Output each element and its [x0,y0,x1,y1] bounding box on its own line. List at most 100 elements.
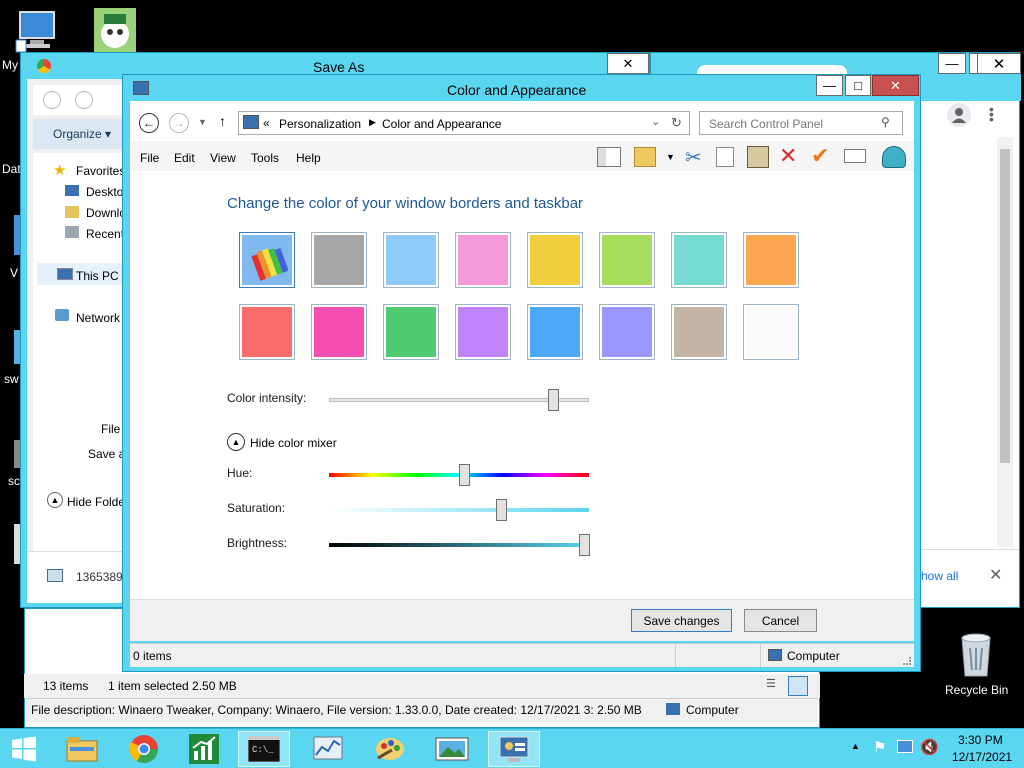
network-icon [55,309,69,321]
resize-grip-icon[interactable] [903,657,911,665]
menu-view[interactable]: View [210,151,236,165]
minimize-button[interactable]: — [938,53,966,74]
color-swatch[interactable] [671,232,727,288]
hide-color-mixer-link[interactable]: Hide color mixer [250,436,337,450]
close-button[interactable]: ✕ [977,53,1021,74]
cancel-button[interactable]: Cancel [744,609,817,632]
taskbar-cmd[interactable]: C:\_ [238,731,290,767]
details-view-icon[interactable]: ☰ [766,677,782,693]
taskbar-perfmon[interactable] [302,731,354,767]
back-icon[interactable]: ← [139,113,159,133]
breadcrumb-separator-icon: ▶ [369,117,376,127]
chrome-menu-icon[interactable]: • • • [989,102,995,126]
color-swatch[interactable] [599,304,655,360]
nav-item-network[interactable]: Network [76,311,120,325]
color-swatch[interactable] [743,232,799,288]
folder-options-icon[interactable] [634,147,656,167]
color-swatch-automatic[interactable] [239,232,295,288]
saturation-track[interactable] [329,508,589,512]
color-intensity-slider[interactable] [547,389,559,411]
copy-icon[interactable] [716,147,734,167]
saturation-slider[interactable] [495,499,507,521]
hue-slider[interactable] [459,464,471,486]
minimize-button[interactable]: — [816,75,843,96]
start-button[interactable] [0,731,48,767]
options-dropdown-icon[interactable]: ▼ [666,152,675,162]
close-download-bar-icon[interactable]: ✕ [989,565,1002,585]
nav-item-recent[interactable]: Recent [86,227,124,241]
nav-item-desktop[interactable]: Deskto [86,185,123,199]
properties-check-icon[interactable]: ✔ [811,143,829,169]
maximize-button[interactable]: □ [845,75,871,96]
refresh-icon[interactable]: ↻ [671,115,682,131]
taskbar-photos[interactable] [426,731,478,767]
color-swatch[interactable] [671,304,727,360]
menu-help[interactable]: Help [296,151,321,165]
color-swatch[interactable] [239,304,295,360]
color-swatch[interactable] [311,232,367,288]
menu-edit[interactable]: Edit [174,151,195,165]
taskbar-chart-app[interactable] [178,731,230,767]
breadcrumb-overflow[interactable]: « [263,116,270,130]
rename-icon[interactable] [844,149,866,163]
clock-time[interactable]: 3:30 PM [958,733,1003,747]
recycle-bin-icon[interactable] [956,632,996,680]
clock-date[interactable]: 12/17/2021 [952,750,1012,764]
forward-icon[interactable] [75,91,93,109]
brightness-slider[interactable] [578,534,590,556]
volume-muted-icon[interactable]: 🔇 [920,738,939,756]
color-swatch[interactable] [527,232,583,288]
nav-item-downloads[interactable]: Downlo [86,206,126,220]
delete-icon[interactable]: ✕ [779,143,797,169]
color-swatch[interactable] [527,304,583,360]
color-swatch[interactable] [455,232,511,288]
address-dropdown-icon[interactable]: ⌄ [651,115,660,128]
color-swatch[interactable] [311,304,367,360]
profile-icon[interactable] [947,103,971,127]
search-icon[interactable]: ⚲ [881,115,890,129]
brightness-track[interactable] [329,543,589,547]
breadcrumb-personalization[interactable]: Personalization [279,117,361,131]
taskbar-file-explorer[interactable] [56,731,108,767]
show-all-link[interactable]: how all [921,569,958,583]
cut-icon[interactable]: ✂ [685,145,702,170]
this-pc-desktop-icon[interactable] [14,10,60,54]
recent-pages-icon[interactable]: ▼ [198,117,207,127]
up-icon[interactable]: ↑ [219,113,226,129]
taskbar-paint[interactable] [364,731,416,767]
large-icons-view-icon[interactable] [788,676,808,696]
hide-folders-button[interactable]: Hide Folde [67,495,125,509]
nav-item-favorites[interactable]: Favorites [76,164,125,178]
download-file-name[interactable]: 1365389 [76,570,123,584]
action-center-flag-icon[interactable]: ⚑ [873,738,886,756]
color-swatch[interactable] [383,232,439,288]
chevron-up-icon[interactable]: ▲ [47,492,63,508]
scrollbar[interactable] [997,137,1013,547]
taskbar-chrome[interactable] [118,731,170,767]
taskbar-control-panel[interactable] [488,731,540,767]
save-changes-button[interactable]: Save changes [631,609,732,632]
winaero-desktop-icon[interactable] [94,8,136,52]
menu-file[interactable]: File [140,151,159,165]
close-button[interactable]: ✕ [607,53,649,74]
recycle-bin-label[interactable]: Recycle Bin [945,683,1008,697]
shell-icon[interactable] [882,146,906,168]
paste-icon[interactable] [747,146,769,168]
organize-button[interactable]: Organize ▾ [53,127,111,141]
network-tray-icon[interactable] [897,740,913,753]
preview-pane-icon[interactable] [597,147,621,167]
color-swatch[interactable] [743,304,799,360]
control-panel-icon [243,115,259,129]
show-hidden-icons[interactable]: ▲ [851,741,860,751]
breadcrumb-color-appearance[interactable]: Color and Appearance [382,117,501,131]
chevron-up-icon[interactable]: ▲ [227,433,245,451]
color-swatch[interactable] [599,232,655,288]
color-swatch[interactable] [383,304,439,360]
menu-tools[interactable]: Tools [251,151,279,165]
close-button[interactable]: ✕ [872,75,919,96]
color-swatch[interactable] [455,304,511,360]
star-icon: ★ [53,162,67,179]
nav-item-this-pc[interactable]: This PC [76,269,119,283]
back-icon[interactable] [43,91,61,109]
forward-icon[interactable]: → [169,113,189,133]
